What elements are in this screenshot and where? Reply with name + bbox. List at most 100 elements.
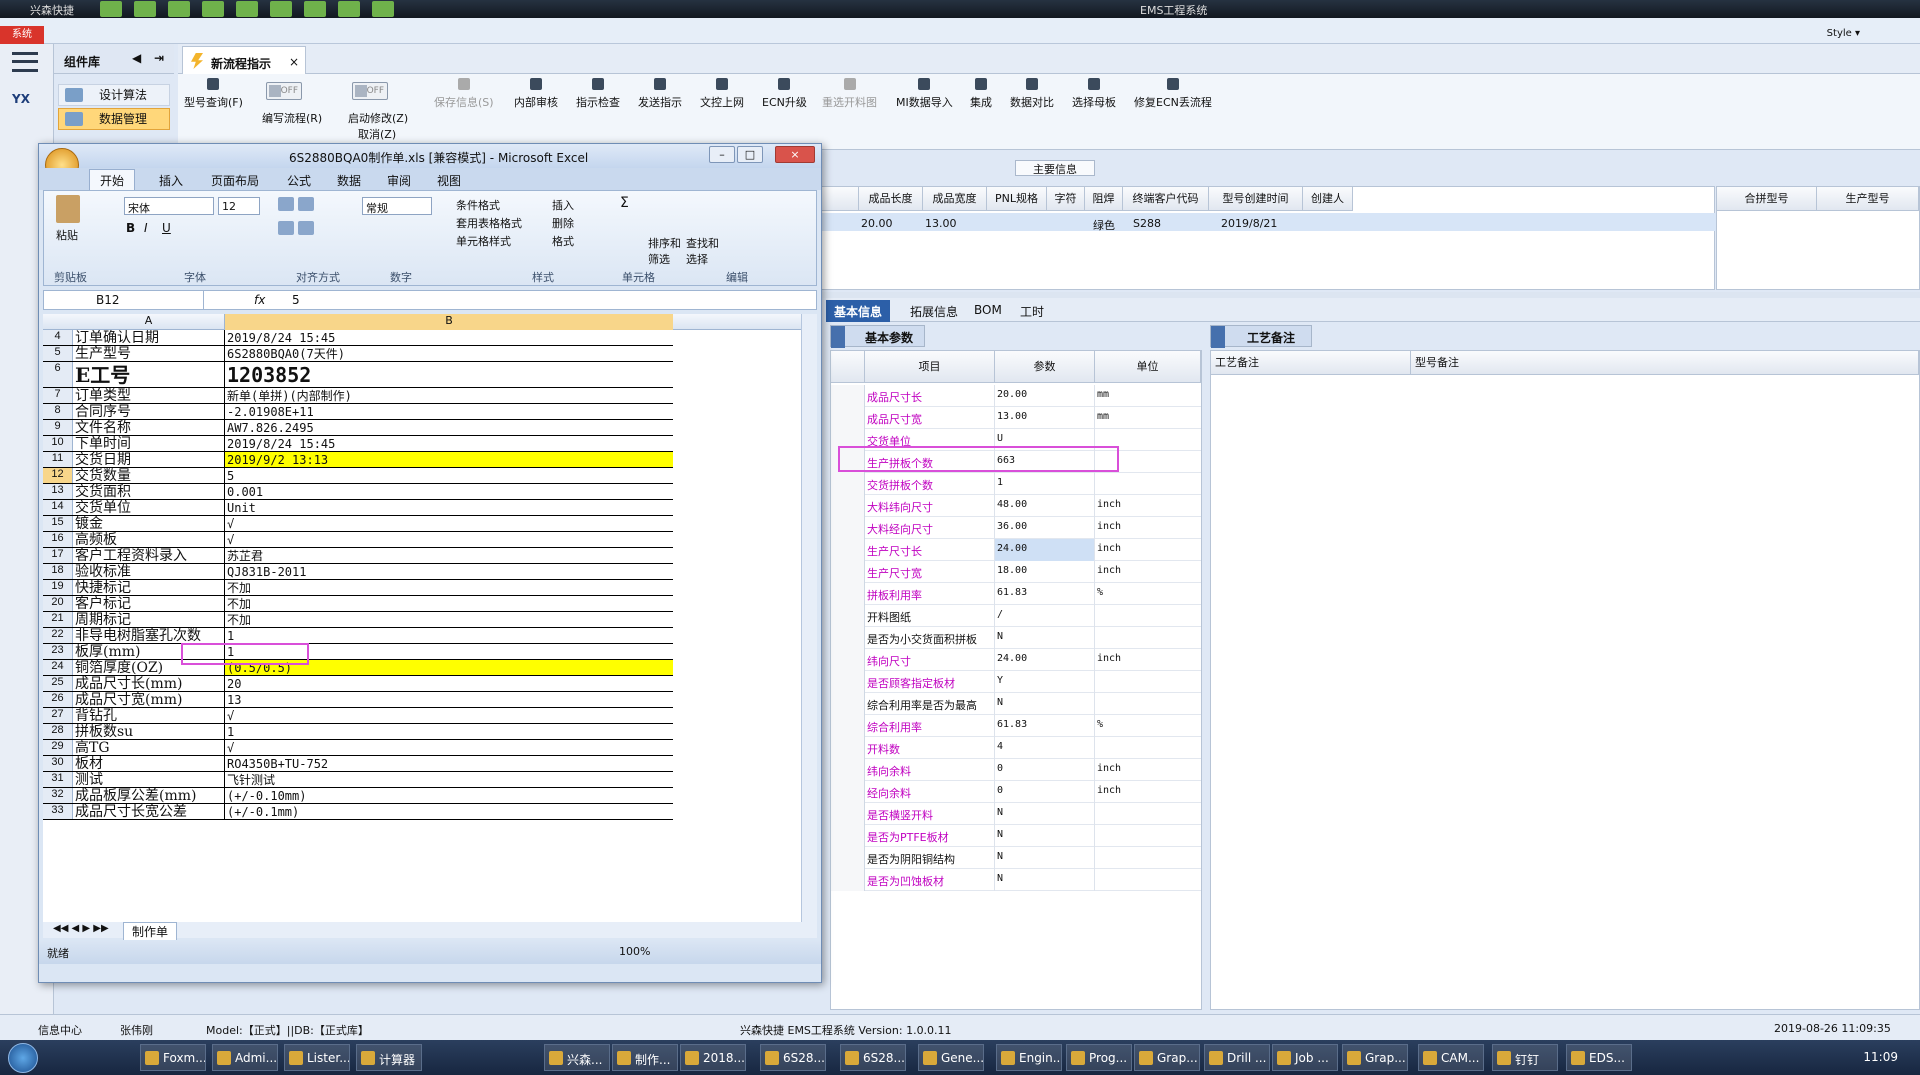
info-center-link[interactable]: 信息中心 xyxy=(38,1022,82,1038)
row-number[interactable]: 21 xyxy=(43,612,73,627)
cell-value[interactable]: 不加 xyxy=(225,580,673,595)
cell-param[interactable]: 24.00 xyxy=(995,539,1095,561)
taskbar-item[interactable]: 计算器 xyxy=(356,1044,422,1071)
tab-page-layout[interactable]: 页面布局 xyxy=(211,172,259,189)
row-number[interactable]: 25 xyxy=(43,676,73,691)
cell-value[interactable]: 新单(单拼)(内部制作) xyxy=(225,388,673,403)
cell-item[interactable]: 是否为凹蚀板材 xyxy=(865,869,995,891)
select-motherboard-button[interactable]: 选择母板 xyxy=(1072,78,1116,110)
table-row[interactable]: 11 交货日期 2019/9/2 13:13 xyxy=(43,452,673,468)
cell-item[interactable]: 开料图纸 xyxy=(865,605,995,627)
ecn-upgrade-button[interactable]: ECN升级 xyxy=(762,78,807,110)
system-button[interactable]: 系统 xyxy=(0,26,44,44)
cell-value[interactable]: (+/-0.10mm) xyxy=(225,788,673,803)
cell-value[interactable]: 13 xyxy=(225,692,673,707)
cell-value[interactable]: AW7.826.2495 xyxy=(225,420,673,435)
underline-button[interactable]: U xyxy=(162,221,171,235)
cell-item[interactable]: 成品尺寸长 xyxy=(865,385,995,407)
row-number[interactable]: 19 xyxy=(43,580,73,595)
align-left-icon[interactable] xyxy=(278,221,294,235)
row-number[interactable]: 30 xyxy=(43,756,73,771)
cell-unit[interactable]: mm xyxy=(1095,385,1195,407)
number-format-select[interactable]: 常规 xyxy=(362,197,432,215)
cell-label[interactable]: 交货单位 xyxy=(73,500,225,515)
row-number[interactable]: 8 xyxy=(43,404,73,419)
taskbar-item[interactable]: Drill ... xyxy=(1204,1044,1270,1071)
cell-label[interactable]: 背钻孔 xyxy=(73,708,225,723)
row-number[interactable]: 13 xyxy=(43,484,73,499)
table-row[interactable]: 成品尺寸长 20.00 mm xyxy=(831,385,1201,407)
table-row[interactable]: 大料纬向尺寸 48.00 inch xyxy=(831,495,1201,517)
cell-param[interactable]: 36.00 xyxy=(995,517,1095,539)
cell-item[interactable]: 生产尺寸宽 xyxy=(865,561,995,583)
font-select[interactable]: 宋体 xyxy=(124,197,214,215)
table-row[interactable]: 21 周期标记 不加 xyxy=(43,612,673,628)
cell-param[interactable]: 61.83 xyxy=(995,583,1095,605)
cell-item[interactable]: 经向余料 xyxy=(865,781,995,803)
cell-item[interactable]: 综合利用率 xyxy=(865,715,995,737)
taskbar-item[interactable]: Grap... xyxy=(1134,1044,1200,1071)
cell-value[interactable]: 不加 xyxy=(225,612,673,627)
chart-icon[interactable] xyxy=(372,1,394,17)
merge-grid[interactable]: 合拼型号 生产型号 xyxy=(1716,186,1920,290)
cell-param[interactable]: N xyxy=(995,869,1095,891)
sum-icon[interactable]: Σ xyxy=(620,195,629,211)
taskbar-item[interactable]: Lister... xyxy=(284,1044,350,1071)
copy-icon[interactable] xyxy=(270,1,292,17)
collapse-left-icon[interactable]: ◀ xyxy=(132,51,141,65)
style-dropdown[interactable]: Style ▾ xyxy=(1827,28,1860,39)
table-row[interactable]: 综合利用率 61.83% xyxy=(831,715,1201,737)
cell-value[interactable]: 不加 xyxy=(225,596,673,611)
cell-param[interactable]: 4 xyxy=(995,737,1095,759)
cell-param[interactable]: N xyxy=(995,627,1095,649)
close-icon[interactable]: × xyxy=(289,55,299,69)
formula-input[interactable]: 5 xyxy=(292,293,300,307)
column-header-b[interactable]: B xyxy=(225,314,673,330)
row-number[interactable]: 6 xyxy=(43,362,73,387)
column-header[interactable]: 型号创建时间 xyxy=(1209,187,1303,211)
cell-value[interactable]: 5 xyxy=(225,468,673,483)
vertical-scrollbar[interactable] xyxy=(801,314,817,922)
row-number[interactable]: 15 xyxy=(43,516,73,531)
table-row[interactable]: 大料经向尺寸 36.00 inch xyxy=(831,517,1201,539)
cell-label[interactable]: 拼板数su xyxy=(73,724,225,739)
cell-value[interactable]: √ xyxy=(225,532,673,547)
cell-param[interactable]: N xyxy=(995,803,1095,825)
reselect-cut-image-button[interactable]: 重选开料图 xyxy=(822,78,877,110)
cell-unit[interactable] xyxy=(1095,671,1195,693)
table-row[interactable]: 10 下单时间 2019/8/24 15:45 xyxy=(43,436,673,452)
taskbar-item[interactable]: Gene... xyxy=(918,1044,984,1071)
cell-label[interactable]: 生产型号 xyxy=(73,346,225,361)
cell-unit[interactable] xyxy=(1095,627,1195,649)
column-header[interactable]: 型号备注 xyxy=(1411,351,1919,375)
taskbar-clock[interactable]: 11:09 xyxy=(1863,1050,1898,1064)
table-row[interactable]: 纬向余料 0 inch xyxy=(831,759,1201,781)
name-box[interactable]: B12 xyxy=(44,291,204,309)
cell-param[interactable]: Y xyxy=(995,671,1095,693)
cell-unit[interactable]: mm xyxy=(1095,407,1195,429)
zoom-level[interactable]: 100% xyxy=(619,945,650,958)
row-number[interactable]: 9 xyxy=(43,420,73,435)
table-row[interactable]: 拼板利用率 61.83% xyxy=(831,583,1201,605)
taskbar-item[interactable]: Engin... xyxy=(996,1044,1062,1071)
cell-unit[interactable] xyxy=(1095,605,1195,627)
cell-item[interactable]: 成品尺寸宽 xyxy=(865,407,995,429)
nav-item-design-algorithm[interactable]: 设计算法 xyxy=(58,84,170,106)
cell-label[interactable]: 交货面积 xyxy=(73,484,225,499)
taskbar-item[interactable]: 制作... xyxy=(612,1044,678,1071)
taskbar-item[interactable]: Grap... xyxy=(1342,1044,1408,1071)
cell[interactable]: S288 xyxy=(1133,217,1161,230)
table-row[interactable]: 开料图纸 / xyxy=(831,605,1201,627)
cell-value[interactable]: 0.001 xyxy=(225,484,673,499)
cell-unit[interactable]: inch xyxy=(1095,561,1195,583)
table-row[interactable]: 交货拼板个数 1 xyxy=(831,473,1201,495)
tab-extended-info[interactable]: 拓展信息 xyxy=(902,300,966,322)
save-icon[interactable] xyxy=(236,1,258,17)
nav-item-data-management[interactable]: 数据管理 xyxy=(58,108,170,130)
taskbar-item[interactable]: Prog... xyxy=(1066,1044,1132,1071)
user-icon[interactable] xyxy=(338,1,360,17)
row-number[interactable]: 5 xyxy=(43,346,73,361)
row-number[interactable]: 4 xyxy=(43,330,73,345)
cell-label[interactable]: 成品尺寸长宽公差 xyxy=(73,804,225,819)
cell-item[interactable]: 交货拼板个数 xyxy=(865,473,995,495)
